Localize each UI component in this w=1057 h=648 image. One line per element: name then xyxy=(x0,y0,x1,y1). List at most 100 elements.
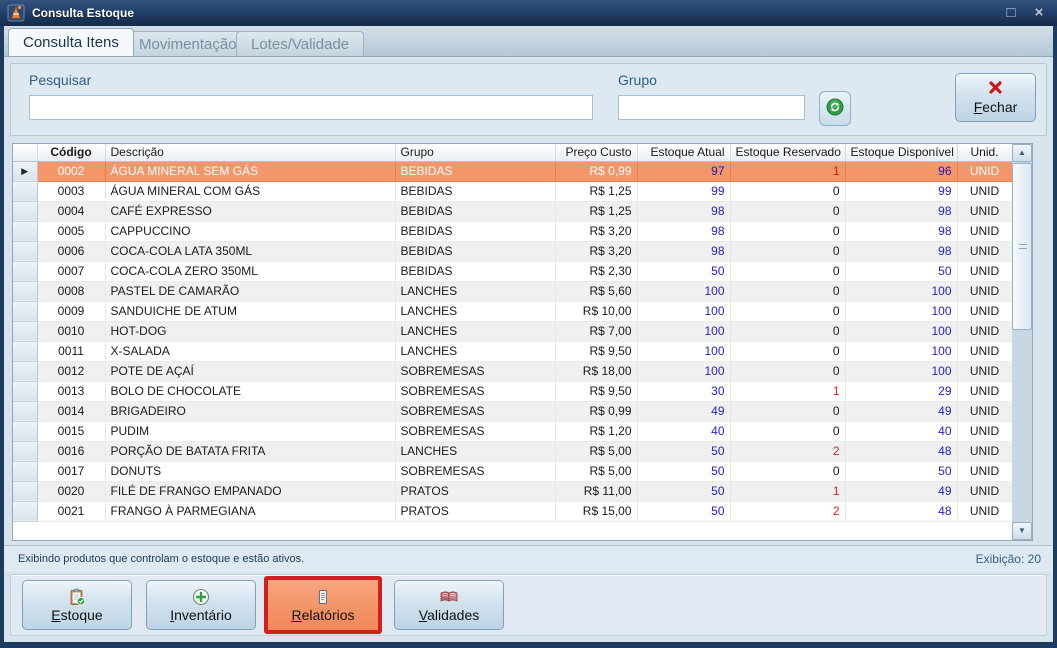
cell-preco-custo[interactable]: R$ 15,00 xyxy=(555,501,637,521)
grupo-input[interactable] xyxy=(618,95,805,120)
cell-grupo[interactable]: SOBREMESAS xyxy=(395,421,555,441)
cell-preco-custo[interactable]: R$ 5,60 xyxy=(555,281,637,301)
maximize-button[interactable]: □ xyxy=(1001,3,1021,23)
cell-estoque-reservado[interactable]: 0 xyxy=(730,301,845,321)
row-selector[interactable] xyxy=(13,321,37,341)
table-row[interactable]: 0006COCA-COLA LATA 350MLBEBIDASR$ 3,2098… xyxy=(13,241,1012,261)
cell-estoque-reservado[interactable]: 0 xyxy=(730,281,845,301)
cell-estoque-disponivel[interactable]: 100 xyxy=(845,301,957,321)
table-row[interactable]: 0015PUDIMSOBREMESASR$ 1,2040040UNID xyxy=(13,421,1012,441)
cell-estoque-disponivel[interactable]: 49 xyxy=(845,401,957,421)
cell-grupo[interactable]: SOBREMESAS xyxy=(395,361,555,381)
cell-grupo[interactable]: SOBREMESAS xyxy=(395,401,555,421)
cell-estoque-atual[interactable]: 50 xyxy=(637,461,730,481)
cell-estoque-reservado[interactable]: 0 xyxy=(730,201,845,221)
cell-estoque-reservado[interactable]: 1 xyxy=(730,381,845,401)
cell-codigo[interactable]: 0003 xyxy=(37,181,105,201)
cell-codigo[interactable]: 0010 xyxy=(37,321,105,341)
cell-estoque-disponivel[interactable]: 100 xyxy=(845,341,957,361)
cell-descricao[interactable]: PUDIM xyxy=(105,421,395,441)
row-selector[interactable] xyxy=(13,481,37,501)
table-row[interactable]: 0020FILÉ DE FRANGO EMPANADOPRATOSR$ 11,0… xyxy=(13,481,1012,501)
cell-preco-custo[interactable]: R$ 1,25 xyxy=(555,201,637,221)
scrollbar-thumb[interactable] xyxy=(1012,163,1032,330)
cell-codigo[interactable]: 0008 xyxy=(37,281,105,301)
cell-estoque-disponivel[interactable]: 50 xyxy=(845,261,957,281)
cell-descricao[interactable]: PORÇÃO DE BATATA FRITA xyxy=(105,441,395,461)
cell-preco-custo[interactable]: R$ 3,20 xyxy=(555,221,637,241)
cell-estoque-reservado[interactable]: 0 xyxy=(730,221,845,241)
cell-codigo[interactable]: 0014 xyxy=(37,401,105,421)
cell-unid[interactable]: UNID xyxy=(957,501,1012,521)
cell-codigo[interactable]: 0009 xyxy=(37,301,105,321)
cell-estoque-reservado[interactable]: 0 xyxy=(730,421,845,441)
cell-estoque-disponivel[interactable]: 100 xyxy=(845,281,957,301)
tab-lotes-validade[interactable]: Lotes/Validade xyxy=(236,31,364,56)
cell-estoque-atual[interactable]: 50 xyxy=(637,501,730,521)
table-row[interactable]: 0010HOT-DOGLANCHESR$ 7,001000100UNID xyxy=(13,321,1012,341)
cell-descricao[interactable]: ÁGUA MINERAL SEM GÁS xyxy=(105,161,395,181)
cell-estoque-atual[interactable]: 50 xyxy=(637,481,730,501)
cell-estoque-atual[interactable]: 50 xyxy=(637,441,730,461)
cell-estoque-disponivel[interactable]: 48 xyxy=(845,441,957,461)
cell-preco-custo[interactable]: R$ 9,50 xyxy=(555,381,637,401)
cell-descricao[interactable]: BRIGADEIRO xyxy=(105,401,395,421)
row-selector[interactable] xyxy=(13,281,37,301)
cell-unid[interactable]: UNID xyxy=(957,301,1012,321)
header-grupo[interactable]: Grupo xyxy=(395,144,555,161)
cell-grupo[interactable]: PRATOS xyxy=(395,481,555,501)
cell-descricao[interactable]: FILÉ DE FRANGO EMPANADO xyxy=(105,481,395,501)
cell-preco-custo[interactable]: R$ 10,00 xyxy=(555,301,637,321)
cell-estoque-reservado[interactable]: 0 xyxy=(730,401,845,421)
row-selector[interactable] xyxy=(13,301,37,321)
row-selector[interactable] xyxy=(13,421,37,441)
cell-codigo[interactable]: 0012 xyxy=(37,361,105,381)
cell-estoque-reservado[interactable]: 0 xyxy=(730,321,845,341)
cell-codigo[interactable]: 0016 xyxy=(37,441,105,461)
cell-unid[interactable]: UNID xyxy=(957,421,1012,441)
cell-descricao[interactable]: POTE DE AÇAÍ xyxy=(105,361,395,381)
cell-estoque-reservado[interactable]: 1 xyxy=(730,161,845,181)
cell-codigo[interactable]: 0007 xyxy=(37,261,105,281)
tab-consulta-itens[interactable]: Consulta Itens xyxy=(8,28,134,56)
cell-grupo[interactable]: LANCHES xyxy=(395,341,555,361)
cell-estoque-disponivel[interactable]: 100 xyxy=(845,361,957,381)
row-selector[interactable] xyxy=(13,361,37,381)
row-selector[interactable]: ▶ xyxy=(13,161,37,181)
pesquisar-input[interactable] xyxy=(29,95,593,120)
cell-estoque-atual[interactable]: 97 xyxy=(637,161,730,181)
cell-grupo[interactable]: LANCHES xyxy=(395,441,555,461)
cell-codigo[interactable]: 0005 xyxy=(37,221,105,241)
cell-preco-custo[interactable]: R$ 3,20 xyxy=(555,241,637,261)
scroll-up-button[interactable]: ▲ xyxy=(1012,144,1032,162)
cell-grupo[interactable]: BEBIDAS xyxy=(395,181,555,201)
cell-estoque-disponivel[interactable]: 48 xyxy=(845,501,957,521)
cell-descricao[interactable]: FRANGO À PARMEGIANA xyxy=(105,501,395,521)
cell-unid[interactable]: UNID xyxy=(957,161,1012,181)
cell-grupo[interactable]: BEBIDAS xyxy=(395,201,555,221)
row-selector[interactable] xyxy=(13,181,37,201)
cell-unid[interactable]: UNID xyxy=(957,361,1012,381)
cell-estoque-disponivel[interactable]: 40 xyxy=(845,421,957,441)
cell-codigo[interactable]: 0004 xyxy=(37,201,105,221)
cell-estoque-atual[interactable]: 100 xyxy=(637,341,730,361)
cell-estoque-atual[interactable]: 30 xyxy=(637,381,730,401)
cell-descricao[interactable]: HOT-DOG xyxy=(105,321,395,341)
cell-codigo[interactable]: 0002 xyxy=(37,161,105,181)
cell-estoque-reservado[interactable]: 0 xyxy=(730,241,845,261)
row-selector[interactable] xyxy=(13,461,37,481)
cell-codigo[interactable]: 0013 xyxy=(37,381,105,401)
table-row[interactable]: ▶0002ÁGUA MINERAL SEM GÁSBEBIDASR$ 0,999… xyxy=(13,161,1012,181)
cell-preco-custo[interactable]: R$ 0,99 xyxy=(555,161,637,181)
table-row[interactable]: 0017DONUTSSOBREMESASR$ 5,0050050UNID xyxy=(13,461,1012,481)
row-selector[interactable] xyxy=(13,441,37,461)
cell-grupo[interactable]: BEBIDAS xyxy=(395,261,555,281)
validades-button[interactable]: Validades xyxy=(394,580,504,630)
cell-descricao[interactable]: SANDUICHE DE ATUM xyxy=(105,301,395,321)
scroll-down-button[interactable]: ▼ xyxy=(1012,522,1032,540)
cell-grupo[interactable]: LANCHES xyxy=(395,281,555,301)
cell-estoque-reservado[interactable]: 0 xyxy=(730,341,845,361)
header-estoque-atual[interactable]: Estoque Atual xyxy=(637,144,730,161)
cell-descricao[interactable]: X-SALADA xyxy=(105,341,395,361)
cell-estoque-atual[interactable]: 50 xyxy=(637,261,730,281)
